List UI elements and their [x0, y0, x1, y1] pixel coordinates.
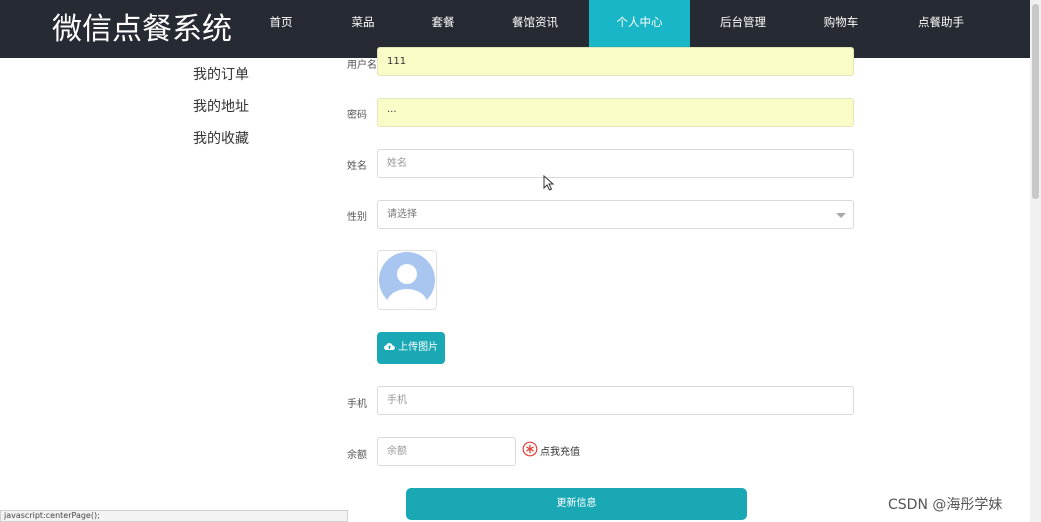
- password-field[interactable]: ···: [377, 98, 854, 127]
- avatar-preview: [377, 250, 437, 310]
- chevron-down-icon: [836, 213, 846, 218]
- password-label: 密码: [347, 110, 367, 121]
- scrollbar-thumb[interactable]: [1032, 4, 1039, 199]
- username-field[interactable]: 111: [377, 47, 854, 76]
- update-info-button[interactable]: 更新信息: [406, 488, 747, 520]
- balance-label: 余额: [347, 450, 367, 461]
- nav-order-assistant[interactable]: 点餐助手: [910, 0, 972, 58]
- name-field[interactable]: [377, 149, 854, 178]
- nav-home[interactable]: 首页: [262, 0, 300, 58]
- phone-input[interactable]: [387, 387, 844, 414]
- mouse-cursor-icon: [543, 175, 555, 191]
- user-avatar-icon: [379, 252, 435, 308]
- sidebar-item-my-addresses[interactable]: 我的地址: [193, 96, 249, 116]
- gender-label: 性别: [347, 212, 367, 223]
- site-brand[interactable]: 微信点餐系统: [52, 4, 232, 48]
- balance-field[interactable]: [377, 437, 516, 466]
- sidebar-item-my-orders[interactable]: 我的订单: [193, 64, 249, 84]
- name-input[interactable]: [387, 150, 844, 177]
- sidebar-item-my-favorites[interactable]: 我的收藏: [193, 128, 249, 148]
- browser-status-bar: javascript:centerPage();: [0, 510, 348, 522]
- name-label: 姓名: [347, 161, 367, 172]
- password-value: ···: [387, 107, 397, 118]
- username-value: 111: [387, 56, 407, 67]
- cloud-upload-icon: [383, 343, 395, 351]
- upload-image-button[interactable]: 上传图片: [377, 332, 445, 364]
- upload-image-label: 上传图片: [398, 342, 439, 353]
- recharge-link[interactable]: 点我充值: [540, 443, 580, 458]
- watermark: CSDN @海彤学妹: [888, 497, 1003, 513]
- gender-select[interactable]: 请选择: [377, 200, 854, 229]
- phone-label: 手机: [347, 399, 367, 410]
- phone-field[interactable]: [377, 386, 854, 415]
- username-label: 用户名: [347, 60, 377, 71]
- gender-selected-value: 请选择: [387, 209, 417, 220]
- balance-input[interactable]: [387, 438, 506, 465]
- recharge-icon[interactable]: [522, 441, 538, 457]
